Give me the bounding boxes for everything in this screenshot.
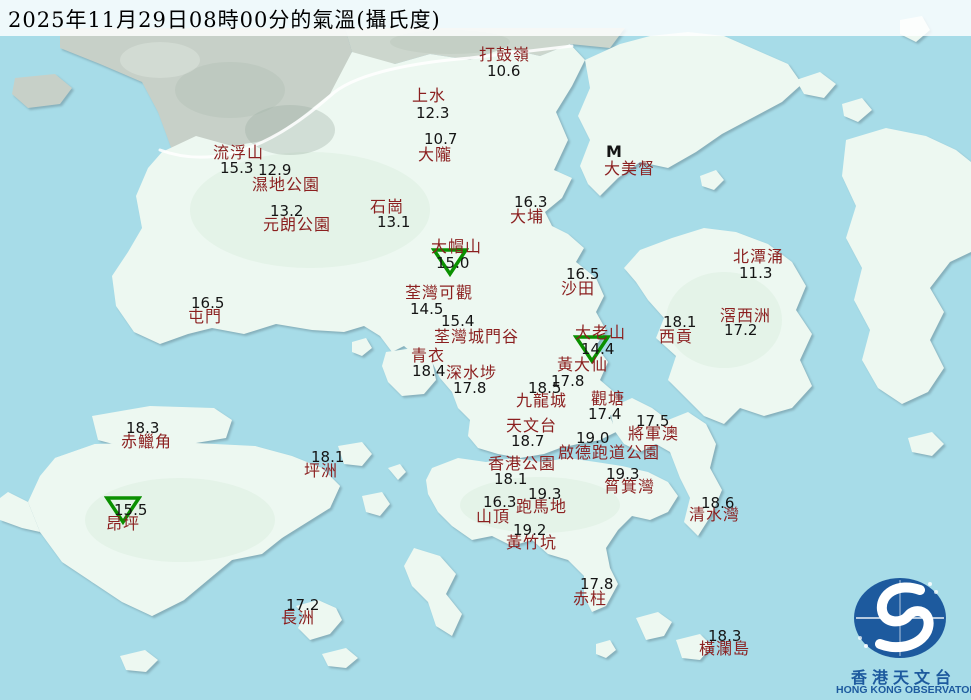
station-temperature-value: 16.5 bbox=[566, 267, 599, 282]
station-temperature-value: 18.6 bbox=[701, 496, 734, 511]
station-temperature-value: 17.5 bbox=[636, 414, 669, 429]
station-temperature-value: 18.3 bbox=[126, 421, 159, 436]
station-temperature-value: 18.1 bbox=[311, 450, 344, 465]
station-temperature-value: 16.3 bbox=[514, 195, 547, 210]
station-temperature-value: 18.4 bbox=[412, 364, 445, 379]
station-temperature-value: 10.7 bbox=[424, 132, 457, 147]
station-name: 大埔 bbox=[510, 209, 544, 225]
station-name: 大隴 bbox=[418, 147, 452, 163]
urban-texture bbox=[120, 42, 200, 78]
station-temperature-value: 18.7 bbox=[511, 434, 544, 449]
hko-logo-symbol bbox=[836, 568, 971, 663]
station-name: 上水 bbox=[412, 88, 446, 104]
station-temperature-value: 17.2 bbox=[286, 598, 319, 613]
station-temperature-value: 11.3 bbox=[739, 266, 772, 281]
station-name: 山頂 bbox=[476, 509, 510, 525]
station-temperature-value: 12.3 bbox=[416, 106, 449, 121]
station-temperature-value: 19.3 bbox=[606, 467, 639, 482]
station-temperature-value: 13.1 bbox=[377, 215, 410, 230]
station-name: 大美督 bbox=[604, 161, 655, 177]
station-name: 大老山 bbox=[575, 325, 626, 341]
station-temperature-value: 18.5 bbox=[528, 381, 561, 396]
station-name: 大帽山 bbox=[431, 239, 482, 255]
station-name: 沙田 bbox=[561, 281, 595, 297]
station-temperature-value: 17.4 bbox=[588, 407, 621, 422]
station-temperature-value: 19.2 bbox=[513, 523, 546, 538]
station-temperature-value: 13.2 bbox=[270, 204, 303, 219]
title-bar: 2025年11月29日08時00分的氣溫(攝氏度) bbox=[0, 0, 971, 36]
station-temperature-value: 18.1 bbox=[494, 472, 527, 487]
station-name: 荃灣城門谷 bbox=[434, 329, 519, 345]
station-temperature-value: 16.5 bbox=[191, 296, 224, 311]
map-title: 2025年11月29日08時00分的氣溫(攝氏度) bbox=[8, 4, 441, 34]
station-temperature-value: 14.5 bbox=[410, 302, 443, 317]
station-temperature-value: 15.0 bbox=[436, 256, 469, 271]
station-temperature-value: 16.3 bbox=[483, 495, 516, 510]
hko-logo: 香港天文台 HONG KONG OBSERVATORY bbox=[836, 568, 971, 700]
station-name: 啟德跑道公園 bbox=[558, 445, 660, 461]
station-temperature-value: 10.6 bbox=[487, 64, 520, 79]
station-name: 打鼓嶺 bbox=[479, 47, 530, 63]
station-temperature-value: 12.9 bbox=[258, 163, 291, 178]
station-temperature-value: 17.8 bbox=[580, 577, 613, 592]
hko-logo-english: HONG KONG OBSERVATORY bbox=[836, 684, 971, 696]
station-temperature-value: 18.3 bbox=[708, 629, 741, 644]
station-temperature-value: 15.5 bbox=[114, 503, 147, 518]
station-temperature-value: 19.0 bbox=[576, 431, 609, 446]
station-name: 赤柱 bbox=[573, 591, 607, 607]
hong-kong-map bbox=[0, 0, 971, 700]
station-name: 北潭涌 bbox=[733, 249, 784, 265]
station-temperature-value: 15.3 bbox=[220, 161, 253, 176]
station-temperature-value: 17.2 bbox=[724, 323, 757, 338]
station-name: 黃大仙 bbox=[557, 357, 608, 373]
station-name: 濕地公園 bbox=[252, 177, 320, 193]
hko-temperature-map-screen: 2025年11月29日08時00分的氣溫(攝氏度) 打鼓嶺10.6 上水 12.3 大… bbox=[0, 0, 971, 700]
station-temperature-value: 18.1 bbox=[663, 315, 696, 330]
station-name: 西貢 bbox=[659, 329, 693, 345]
station-temperature-value: 15.4 bbox=[441, 314, 474, 329]
station-name: 荃灣可觀 bbox=[405, 285, 473, 301]
station-temperature-value: 19.3 bbox=[528, 487, 561, 502]
station-temperature-value: M bbox=[606, 144, 622, 160]
station-temperature-value: 17.8 bbox=[453, 381, 486, 396]
